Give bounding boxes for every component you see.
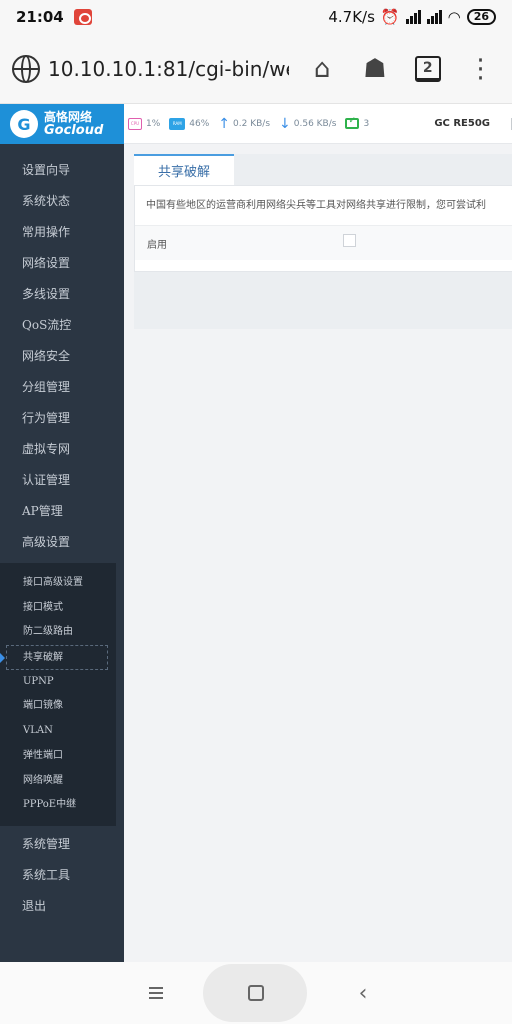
status-header: CPU 1% RAM46% ↑0.2 KB/s ↓0.56 KB/s 3 GC R… [124,104,512,144]
address-bar[interactable]: 10.10.10.1:81/cgi-bin/web [48,57,289,81]
settings-panel: 中国有些地区的运营商利用网络尖兵等工具对网络共享进行限制，您可尝试利 启用 [134,185,512,272]
more-menu-icon[interactable]: ⋮ [461,49,500,89]
notification-app-icon [73,9,92,25]
ram-icon: RAM [169,117,186,130]
incognito-icon[interactable]: ☗ [356,49,395,89]
sidebar-item-system-tools[interactable]: 系统工具 [0,860,124,891]
wifi-icon: ◠ [447,8,461,26]
device-model: GC RE50G [434,118,490,129]
brand-logo[interactable]: G 高恪网络 Gocloud [0,104,124,144]
sidebar-item-logout[interactable]: 退出 [0,891,124,922]
sidebar-item-setup-wizard[interactable]: 设置向导 [0,155,124,186]
tab-share-crack[interactable]: 共享破解 [134,154,234,185]
globe-icon[interactable] [12,54,40,83]
download-arrow-icon: ↓ [279,115,291,132]
submenu-item-interface-mode[interactable]: 接口模式 [0,596,116,621]
ram-value: 46% [189,118,210,129]
cpu-value: 1% [146,118,161,129]
sidebar-item-ap[interactable]: AP管理 [0,496,124,527]
submenu-item-vlan[interactable]: VLAN [0,719,116,744]
signal-icon [405,10,421,24]
download-stat: ↓ 0.56 KB/s [279,116,336,132]
router-admin: G 高恪网络 Gocloud 设置向导 系统状态 常用操作 网络设置 多线设置 … [0,104,512,962]
browser-toolbar: 10.10.10.1:81/cgi-bin/web ⌂ ☗ 2 ⋮ [0,34,512,104]
cpu-icon: CPU [128,117,142,130]
status-bar: 21:04 4.7K/s ⏰ ◠ 26 [0,0,512,34]
submenu-item-share-crack[interactable]: 共享破解 [0,645,108,670]
clock: 21:04 [16,8,64,26]
gocloud-logo-icon: G [10,110,38,138]
cpu-stat: CPU 1% [128,117,161,130]
submenu-item-port-mirror[interactable]: 端口镜像 [0,694,116,719]
sidebar-item-common-ops[interactable]: 常用操作 [0,217,124,248]
submenu-item-upnp[interactable]: UPNP [0,670,116,695]
tabs-button[interactable]: 2 [408,49,447,89]
sidebar-item-security[interactable]: 网络安全 [0,341,124,372]
sidebar-item-qos[interactable]: QoS流控 [0,310,124,341]
system-nav-bar: ‹ [0,962,512,1024]
clients-stat: 3 [345,116,370,129]
bottom-menu: 系统管理 系统工具 退出 [0,829,124,922]
upload-stat: ↑ 0.2 KB/s [218,116,270,132]
tab-count: 2 [414,55,441,82]
enable-row: 启用 [135,226,512,260]
brand-name-en: Gocloud [44,123,104,138]
recent-apps-icon[interactable] [143,980,169,1006]
upload-value: 0.2 KB/s [233,118,271,129]
submenu-item-interface-advanced[interactable]: 接口高级设置 [0,571,116,596]
enable-checkbox[interactable] [343,233,356,247]
submenu-item-pppoe-relay[interactable]: PPPoE中继 [0,793,116,818]
sidebar-item-advanced[interactable]: 高级设置 [0,527,124,558]
sidebar-item-system-management[interactable]: 系统管理 [0,829,124,860]
network-speed: 4.7K/s [328,8,375,26]
sidebar-item-behavior[interactable]: 行为管理 [0,403,124,434]
sidebar-item-groups[interactable]: 分组管理 [0,372,124,403]
sidebar-item-network-settings[interactable]: 网络设置 [0,248,124,279]
main-content: 共享破解 中国有些地区的运营商利用网络尖兵等工具对网络共享进行限制，您可尝试利 … [134,154,512,329]
alarm-icon: ⏰ [380,8,400,26]
download-value: 0.56 KB/s [293,118,337,129]
battery-icon: 26 [466,9,496,25]
submenu-item-elastic-port[interactable]: 弹性端口 [0,744,116,769]
home-button-icon[interactable] [243,980,269,1006]
sidebar: G 高恪网络 Gocloud 设置向导 系统状态 常用操作 网络设置 多线设置 … [0,104,124,962]
main-menu: 设置向导 系统状态 常用操作 网络设置 多线设置 QoS流控 网络安全 分组管理… [0,144,124,558]
sidebar-item-system-status[interactable]: 系统状态 [0,186,124,217]
sidebar-item-vpn[interactable]: 虚拟专网 [0,434,124,465]
monitor-icon [345,116,360,129]
home-icon[interactable]: ⌂ [303,49,342,89]
sidebar-item-auth[interactable]: 认证管理 [0,465,124,496]
submenu-item-anti-secondary-router[interactable]: 防二级路由 [0,620,116,645]
description-text: 中国有些地区的运营商利用网络尖兵等工具对网络共享进行限制，您可尝试利 [135,186,512,226]
advanced-submenu: 接口高级设置 接口模式 防二级路由 共享破解 UPNP 端口镜像 VLAN 弹性… [0,563,116,826]
submenu-item-wake-on-lan[interactable]: 网络唤醒 [0,769,116,794]
clients-value: 3 [363,118,370,129]
sidebar-item-multi-wan[interactable]: 多线设置 [0,279,124,310]
signal-icon-2 [426,10,442,24]
back-icon[interactable]: ‹ [350,980,376,1006]
enable-label: 启用 [147,239,167,251]
upload-arrow-icon: ↑ [218,115,231,132]
ram-stat: RAM 46% [169,117,210,130]
